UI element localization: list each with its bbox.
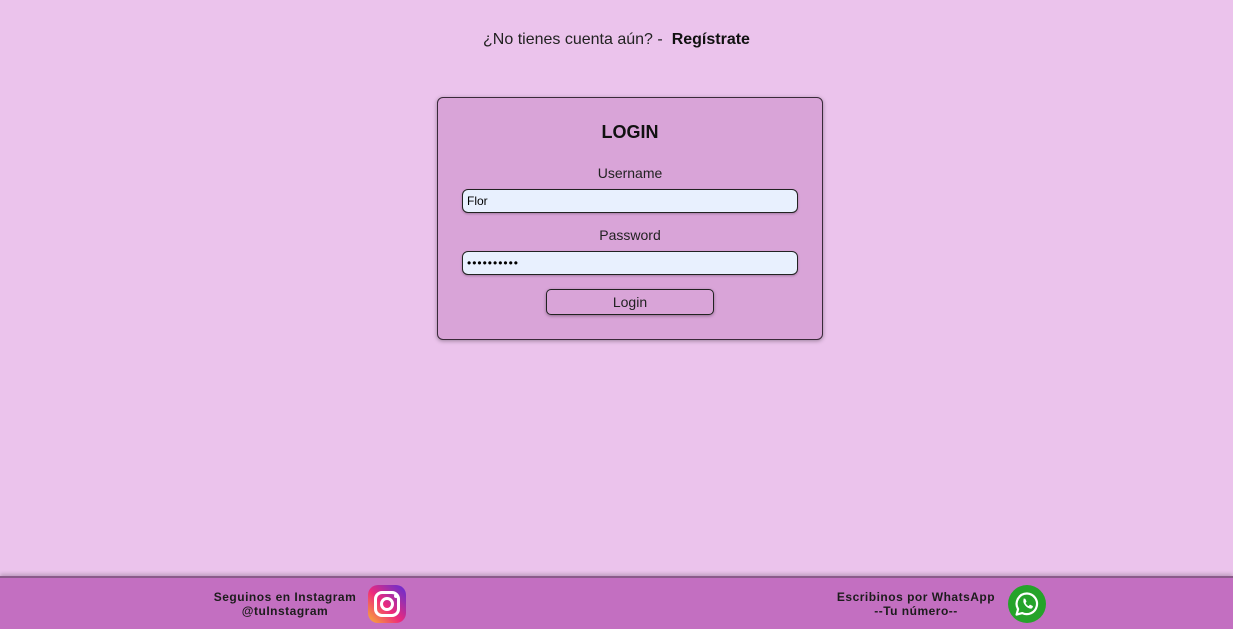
- instagram-caption-line1: Seguinos en Instagram: [213, 590, 357, 604]
- register-link[interactable]: Regístrate: [672, 31, 750, 48]
- instagram-icon-dot: [394, 594, 398, 598]
- login-title: LOGIN: [601, 122, 659, 142]
- instagram-caption: Seguinos en Instagram @tuInstagram: [210, 590, 360, 618]
- instagram-icon[interactable]: [368, 585, 406, 623]
- whatsapp-icon[interactable]: [1008, 585, 1046, 623]
- signup-prompt: ¿No tienes cuenta aún? - Regístrate: [0, 31, 1233, 49]
- username-label: Username: [597, 165, 663, 181]
- login-button[interactable]: Login: [546, 289, 714, 315]
- password-label: Password: [599, 227, 661, 243]
- instagram-icon-lens: [380, 597, 394, 611]
- username-input[interactable]: [462, 189, 798, 213]
- password-input[interactable]: [462, 251, 798, 275]
- login-page: ¿No tienes cuenta aún? - Regístrate LOGIN…: [0, 0, 1233, 629]
- login-form: LOGIN Username Password Login: [437, 97, 823, 340]
- footer: Seguinos en Instagram @tuInstagram Escri…: [0, 576, 1233, 629]
- whatsapp-caption: Escribinos por WhatsApp --Tu número--: [832, 590, 1000, 618]
- whatsapp-caption-line1: Escribinos por WhatsApp: [836, 590, 996, 604]
- instagram-handle: @tuInstagram: [241, 604, 329, 618]
- whatsapp-number: --Tu número--: [874, 604, 958, 618]
- signup-prompt-text: ¿No tienes cuenta aún? -: [483, 31, 663, 48]
